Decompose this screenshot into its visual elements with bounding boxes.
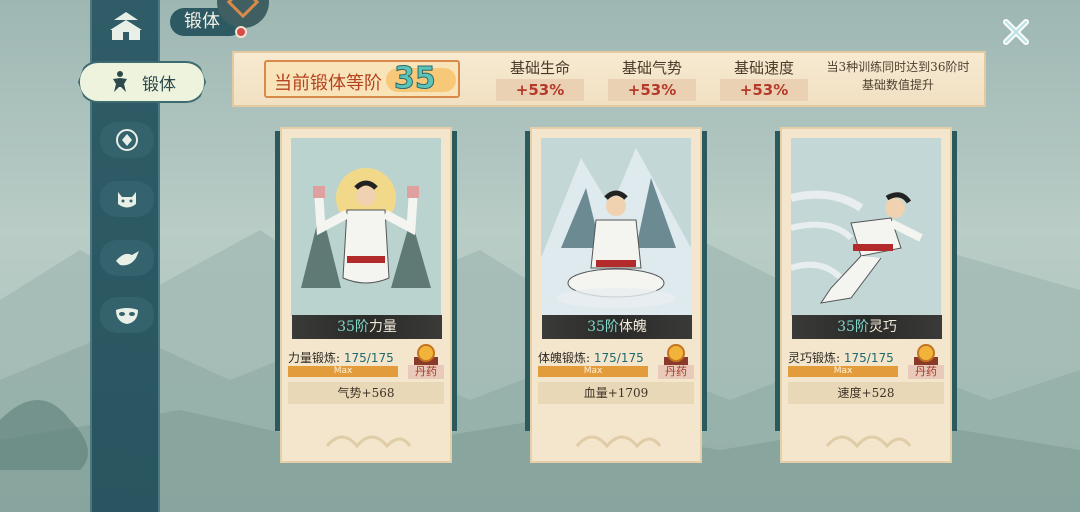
- sidebar-item-cat[interactable]: [100, 181, 154, 217]
- level-bar: 35阶力量: [292, 315, 442, 339]
- pill-button[interactable]: 丹药: [658, 343, 694, 379]
- sidebar-item-emblem[interactable]: [100, 122, 154, 158]
- notification-dot: [235, 26, 247, 38]
- progress-bar: Max: [538, 366, 648, 377]
- wave-ornament: [825, 435, 912, 449]
- stat-life: 基础生命 +53%: [496, 57, 584, 101]
- stage-box: 当前锻体等阶 35: [264, 60, 460, 98]
- tab-forging[interactable]: 锻体: [78, 61, 206, 103]
- progress-label: 力量锻炼: 175/175: [288, 351, 394, 365]
- stage-label: 当前锻体等阶: [274, 73, 382, 94]
- training-card-physique[interactable]: 35阶体魄 体魄锻炼: 175/175 Max 丹药 血量+1709: [525, 127, 707, 463]
- level-bar: 35阶体魄: [542, 315, 692, 339]
- bonus-value: 速度+528: [788, 382, 944, 404]
- martial-figure-icon: [113, 71, 127, 92]
- training-card-agility[interactable]: 35阶灵巧 灵巧锻炼: 175/175 Max 丹药 速度+528: [775, 127, 957, 463]
- strength-figure-image: [291, 138, 441, 316]
- emblem-icon: [116, 129, 138, 151]
- physique-figure-image: [541, 138, 691, 316]
- wave-ornament: [575, 435, 662, 449]
- cat-icon: [118, 192, 136, 208]
- close-icon[interactable]: [998, 14, 1034, 50]
- progress-label: 体魄锻炼: 175/175: [538, 351, 644, 365]
- progress-label: 灵巧锻炼: 175/175: [788, 351, 894, 365]
- stat-speed: 基础速度 +53%: [720, 57, 808, 101]
- mask-icon: [116, 308, 138, 324]
- level-bar: 35阶灵巧: [792, 315, 942, 339]
- training-card-strength[interactable]: 35阶力量 力量锻炼: 175/175 Max 丹药 气势+568: [275, 127, 457, 463]
- agility-figure-image: [791, 138, 941, 316]
- tab-forging-label: 锻体: [142, 74, 176, 95]
- bonus-value: 气势+568: [288, 382, 444, 404]
- stats-banner: 当前锻体等阶 35 基础生命 +53% 基础气势 +53% 基础速度 +53% …: [232, 51, 986, 107]
- progress-bar: Max: [788, 366, 898, 377]
- progress-bar: Max: [288, 366, 398, 377]
- wave-ornament: [325, 435, 412, 449]
- temple-icon[interactable]: [108, 8, 144, 42]
- upgrade-note: 当3种训练同时达到36阶时 基础数值提升: [826, 60, 970, 92]
- bird-icon: [116, 251, 139, 266]
- pill-button[interactable]: 丹药: [908, 343, 944, 379]
- stat-momentum: 基础气势 +53%: [608, 57, 696, 101]
- sidebar-item-mask[interactable]: [100, 297, 154, 333]
- stage-value: 35: [394, 61, 437, 97]
- sidebar-item-bird[interactable]: [100, 240, 154, 276]
- bonus-value: 血量+1709: [538, 382, 694, 404]
- pill-button[interactable]: 丹药: [408, 343, 444, 379]
